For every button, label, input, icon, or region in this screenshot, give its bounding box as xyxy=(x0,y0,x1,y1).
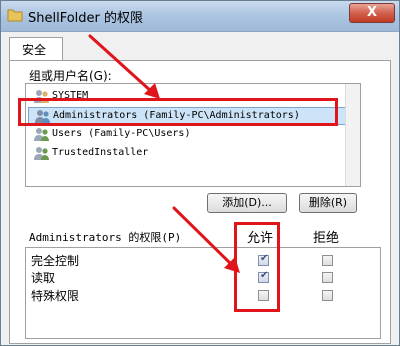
annotation-arrows xyxy=(88,34,240,273)
arrow-to-administrators xyxy=(88,34,154,94)
arrow-to-allow xyxy=(172,206,234,267)
